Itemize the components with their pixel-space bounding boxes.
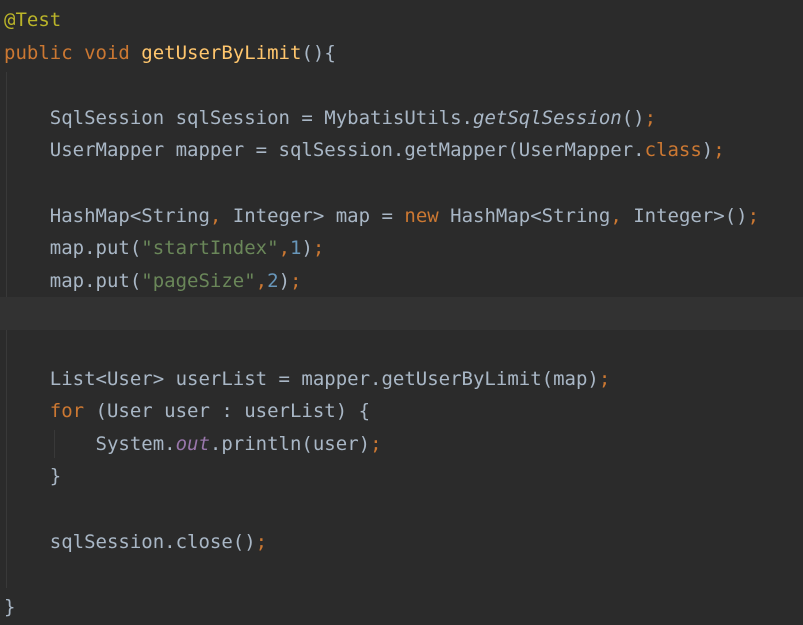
code-token-plain: SqlSession sqlSession = MybatisUtils. — [4, 106, 473, 129]
code-token-plain: (User user : userList) { — [95, 400, 371, 423]
code-token-keyword: new — [404, 204, 451, 227]
code-token-string: "pageSize" — [141, 269, 256, 292]
code-line-current[interactable] — [0, 297, 803, 330]
code-editor[interactable]: @Test public void getUserByLimit(){ SqlSe… — [0, 0, 803, 625]
code-token-plain: UserMapper mapper = sqlSession.getMapper… — [4, 139, 645, 162]
code-line[interactable]: for (User user : userList) { — [0, 395, 803, 428]
code-token-punct: ; — [644, 106, 657, 129]
code-line[interactable]: @Test — [0, 4, 803, 37]
code-line[interactable]: map.put("pageSize",2); — [0, 265, 803, 298]
code-token-plain: Integer>() — [633, 204, 748, 227]
code-token-plain: Integer> map = — [232, 204, 405, 227]
code-token-string: "startIndex" — [141, 237, 279, 260]
code-token-punct: , — [209, 204, 233, 227]
code-token-plain: HashMap<String — [4, 204, 210, 227]
code-token-plain: () — [621, 106, 645, 129]
code-token-punct: ; — [747, 204, 760, 227]
code-line[interactable]: sqlSession.close(); — [0, 526, 803, 559]
code-token-punct: ; — [312, 237, 325, 260]
code-token-punct: ; — [255, 530, 268, 553]
code-token-number: 1 — [290, 237, 302, 260]
code-token-plain: } — [4, 465, 62, 488]
code-token-plain: HashMap<String — [450, 204, 611, 227]
code-token-punct: , — [278, 237, 291, 260]
code-token-plain: .println(user) — [209, 432, 371, 455]
code-token-number: 2 — [267, 269, 279, 292]
code-token-keyword: for — [49, 400, 96, 423]
code-token-plain: sqlSession.close() — [4, 530, 256, 553]
code-token-punct: , — [610, 204, 634, 227]
code-token-keyword: public — [4, 41, 85, 64]
code-token-static: out — [175, 432, 210, 455]
code-token-punct: ; — [713, 139, 725, 162]
code-token-keyword: void — [84, 41, 142, 64]
code-token-annotation: @Test — [4, 9, 62, 31]
code-token-punct: ; — [290, 269, 302, 292]
code-token-plain: ) — [301, 237, 313, 260]
code-token-method: getUserByLimit — [141, 41, 302, 64]
code-line[interactable]: HashMap<String, Integer> map = new HashM… — [0, 200, 803, 233]
code-token-punct: ; — [370, 432, 382, 455]
code-token-plain: List<User> userList = mapper.getUserByLi… — [4, 367, 599, 390]
code-line[interactable] — [0, 558, 803, 591]
code-token-plain: map.put( — [4, 269, 142, 292]
code-line[interactable]: SqlSession sqlSession = MybatisUtils.get… — [0, 102, 803, 135]
code-token-plain: (){ — [301, 41, 336, 64]
code-line[interactable] — [0, 330, 803, 363]
code-line[interactable]: UserMapper mapper = sqlSession.getMapper… — [0, 134, 803, 167]
code-token-plain: ) — [278, 269, 291, 292]
code-line[interactable] — [0, 69, 803, 102]
code-token-plain: System. — [4, 432, 176, 455]
code-token-keyword: class — [644, 139, 702, 162]
code-token-punct: , — [255, 269, 268, 292]
code-token-punct: ; — [598, 367, 611, 390]
code-token-italic: getSqlSession — [473, 106, 622, 129]
code-line[interactable] — [0, 167, 803, 200]
code-line[interactable]: } — [0, 591, 803, 624]
code-token-plain: ) — [701, 139, 714, 162]
code-line[interactable]: List<User> userList = mapper.getUserByLi… — [0, 363, 803, 396]
code-token-plain: } — [4, 595, 16, 618]
code-line[interactable]: System.out.println(user); — [0, 428, 803, 461]
code-line[interactable] — [0, 493, 803, 526]
code-token-plain: map.put( — [4, 237, 142, 260]
code-line[interactable]: public void getUserByLimit(){ — [0, 37, 803, 70]
code-line[interactable]: map.put("startIndex",1); — [0, 232, 803, 265]
code-line[interactable]: } — [0, 460, 803, 493]
